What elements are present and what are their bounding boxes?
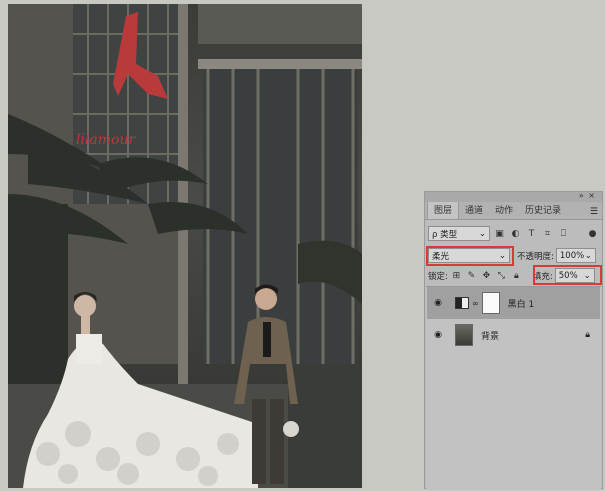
tab-channels[interactable]: 通道 bbox=[459, 201, 489, 219]
tab-history[interactable]: 历史记录 bbox=[519, 201, 567, 219]
tab-actions[interactable]: 动作 bbox=[489, 201, 519, 219]
blend-mode-highlight bbox=[426, 246, 514, 266]
tab-layers[interactable]: 图层 bbox=[427, 200, 460, 219]
visibility-eye-icon[interactable]: ◉ bbox=[431, 330, 445, 340]
opacity-input[interactable]: 100% ⌄ bbox=[555, 248, 596, 263]
visibility-eye-icon[interactable]: ◉ bbox=[431, 298, 445, 308]
adjustment-black-white-icon bbox=[455, 297, 469, 309]
layer-thumbnail[interactable] bbox=[455, 324, 473, 346]
menu-lines-icon[interactable]: ☰ bbox=[590, 205, 598, 219]
layer-mask-thumbnail[interactable] bbox=[481, 292, 500, 314]
layer-row-adjustment[interactable]: ◉ ∞ 黑白 1 bbox=[427, 287, 600, 319]
panel-title-bar: » × bbox=[425, 191, 602, 202]
layer-name[interactable]: 背景 bbox=[481, 329, 499, 342]
layers-list: ◉ ∞ 黑白 1 ◉ 背景 🔒︎ bbox=[426, 286, 601, 490]
lock-artboard-icon[interactable]: ⤡ bbox=[495, 269, 508, 282]
smart-object-filter-icon[interactable]: ⎕ bbox=[557, 227, 570, 240]
link-chain-icon[interactable]: ∞ bbox=[472, 299, 479, 308]
opacity-label: 不透明度: bbox=[517, 251, 554, 262]
adjustment-filter-icon[interactable]: ◐ bbox=[509, 227, 522, 240]
chevron-down-icon: ⌄ bbox=[478, 228, 486, 239]
layer-filter-row: ρ 类型 ⌄ ▣ ◐ T ⌗ ⎕ ● bbox=[425, 226, 602, 241]
image-filter-icon[interactable]: ▣ bbox=[493, 227, 506, 240]
lock-pixels-icon[interactable]: ✎ bbox=[465, 269, 478, 282]
building-sign-text: lilamour bbox=[76, 132, 137, 148]
filter-toggle-icon[interactable]: ● bbox=[586, 227, 599, 240]
layer-row-background[interactable]: ◉ 背景 🔒︎ bbox=[427, 319, 600, 351]
opacity-value: 100% bbox=[559, 250, 585, 261]
fill-highlight bbox=[533, 265, 602, 285]
lock-icon: 🔒︎ bbox=[585, 330, 590, 340]
panel-tabs: 图层 通道 动作 历史记录 ☰ bbox=[425, 200, 602, 220]
shape-filter-icon[interactable]: ⌗ bbox=[541, 227, 554, 240]
panel-collapse-close-icons[interactable]: » × bbox=[579, 191, 596, 200]
type-filter-icon[interactable]: T bbox=[525, 227, 538, 240]
lock-all-icon[interactable]: 🔒︎ bbox=[510, 269, 523, 282]
layers-panel: » × 图层 通道 动作 历史记录 ☰ ρ 类型 ⌄ ▣ ◐ T ⌗ ⎕ ● 柔… bbox=[424, 191, 603, 490]
lock-transparent-icon[interactable]: ⊞ bbox=[450, 269, 463, 282]
canvas-image: lilamour bbox=[8, 4, 362, 488]
layer-name[interactable]: 黑白 1 bbox=[508, 297, 535, 310]
lock-label: 锁定: bbox=[428, 271, 448, 282]
kind-filter-label: ρ 类型 bbox=[432, 229, 458, 240]
kind-filter-select[interactable]: ρ 类型 ⌄ bbox=[428, 226, 490, 241]
wedding-photo-illustration: lilamour bbox=[8, 4, 362, 488]
chevron-down-icon: ⌄ bbox=[584, 250, 592, 261]
lock-position-icon[interactable]: ✥ bbox=[480, 269, 493, 282]
